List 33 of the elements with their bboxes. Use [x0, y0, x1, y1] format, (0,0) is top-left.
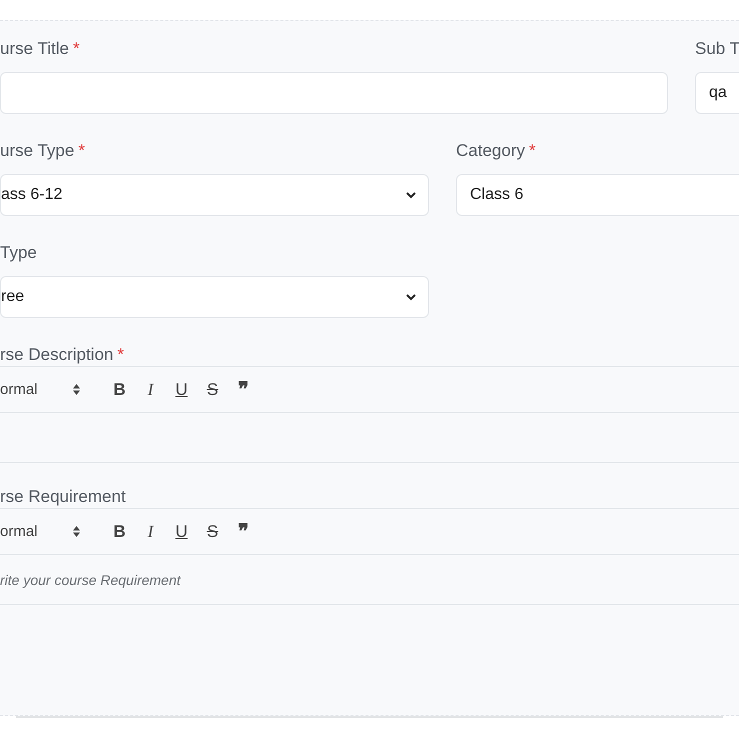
underline-button[interactable]: U: [166, 522, 197, 542]
underline-button[interactable]: U: [166, 380, 197, 400]
required-mark: *: [528, 141, 536, 160]
field-label: Category: [456, 141, 525, 160]
input-field[interactable]: Class 6: [456, 174, 739, 216]
required-mark: *: [78, 141, 85, 160]
input-field[interactable]: qa: [695, 72, 739, 114]
italic-button[interactable]: I: [135, 522, 166, 542]
sort-arrows-icon: [73, 384, 80, 395]
bold-button[interactable]: B: [104, 380, 135, 400]
field-label: Type: [0, 243, 37, 262]
quote-button[interactable]: ❞: [228, 519, 259, 544]
select-field[interactable]: ree: [0, 276, 429, 318]
editor-placeholder: rite your course Requirement: [0, 572, 181, 588]
field-label: urse Type: [0, 141, 74, 160]
required-mark: *: [72, 39, 80, 58]
strike-button[interactable]: S: [197, 380, 228, 400]
format-dropdown[interactable]: ormal: [0, 381, 80, 398]
field-label: urse Title: [0, 39, 69, 58]
bold-button[interactable]: B: [104, 522, 135, 542]
select-field[interactable]: ass 6-12: [0, 174, 429, 216]
italic-button[interactable]: I: [135, 380, 166, 400]
sort-arrows-icon: [73, 526, 80, 537]
quote-button[interactable]: ❞: [228, 377, 259, 402]
field-label: rse Requirement: [0, 487, 126, 506]
editor-area[interactable]: rite your course Requirement: [0, 555, 739, 605]
input-field[interactable]: [0, 72, 668, 114]
field-label: rse Description: [0, 345, 114, 364]
strike-button[interactable]: S: [197, 522, 228, 542]
chevron-down-icon: [406, 192, 416, 198]
chevron-down-icon: [406, 294, 416, 300]
format-dropdown[interactable]: ormal: [0, 523, 80, 540]
required-mark: *: [117, 345, 124, 364]
